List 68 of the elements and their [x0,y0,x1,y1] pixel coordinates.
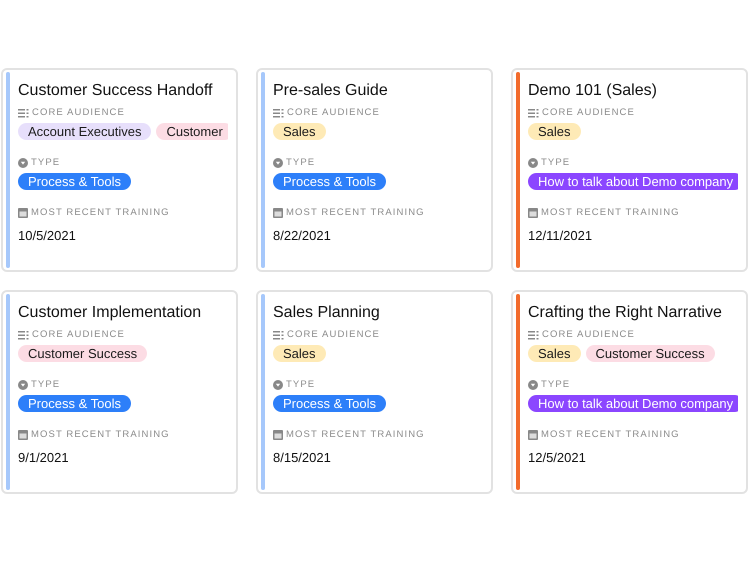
tag: Sales [273,123,326,140]
field-label: CORE AUDIENCE [287,329,380,341]
list-icon [273,108,284,118]
list-icon [18,330,29,340]
field-label: TYPE [31,379,60,391]
tag: Sales [528,345,581,362]
field-label: CORE AUDIENCE [542,329,635,341]
field-label: TYPE [541,379,570,391]
field-label: TYPE [31,157,60,169]
date-value: 8/15/2021 [273,450,332,465]
dropdown-icon [18,158,28,168]
tag: How to talk about Demo company [528,173,738,190]
field-label: MOST RECENT TRAINING [31,429,170,441]
field-label: TYPE [541,157,570,169]
field-label: MOST RECENT TRAINING [286,207,425,219]
field-label: MOST RECENT TRAINING [286,429,425,441]
card-title: Customer Success Handoff [18,81,214,101]
list-icon [18,108,29,118]
dropdown-icon [273,158,283,168]
dropdown-icon [528,380,538,390]
date-value: 9/1/2021 [18,450,70,465]
field-label: MOST RECENT TRAINING [31,207,170,219]
calendar-icon [273,208,283,218]
card-title: Pre-sales Guide [273,81,389,101]
field-label: CORE AUDIENCE [32,329,125,341]
dropdown-icon [528,158,538,168]
calendar-icon [18,208,28,218]
date-value: 12/11/2021 [528,228,594,243]
record-card[interactable]: Sales Planning CORE AUDIENCE Sales TYPE Process & Tools MOST RECENT TRAINING 8/15/2021 [256,290,493,494]
tag: Process & Tools [273,395,386,412]
tag: Customer Success [18,345,148,362]
calendar-icon [528,430,538,440]
tag: Account Executives [18,123,152,140]
card-title: Demo 101 (Sales) [528,81,658,101]
record-card[interactable]: Demo 101 (Sales) CORE AUDIENCE Sales TYPE How to talk about Demo company MOST RECENT TRAINING 12/11/2021 [511,68,748,272]
record-card[interactable]: Customer Success Handoff CORE AUDIENCE Account Executives Customer TYPE Process & Tools MOST RECENT TRAINING 10/5/2021 [1,68,238,272]
calendar-icon [18,430,28,440]
list-icon [273,330,284,340]
record-card[interactable]: Pre-sales Guide CORE AUDIENCE Sales TYPE Process & Tools MOST RECENT TRAINING 8/22/2021 [256,68,493,272]
tag: Sales [273,345,326,362]
tag: Customer [156,123,228,140]
dropdown-icon [18,380,28,390]
tag: How to talk about Demo company [528,395,738,412]
field-label: TYPE [286,379,316,391]
tag: Customer Success [586,345,715,362]
list-icon [528,108,539,118]
record-card[interactable]: Crafting the Right Narrative CORE AUDIENCE Sales Customer Success TYPE How to talk about Demo company MOST RECENT TRAINING 12/5/2021 [511,290,748,494]
field-label: CORE AUDIENCE [287,107,380,119]
tag: Process & Tools [18,173,131,190]
tag: Process & Tools [273,173,386,190]
field-label: MOST RECENT TRAINING [541,429,680,441]
field-label: TYPE [286,157,316,169]
dropdown-icon [273,380,283,390]
field-label: MOST RECENT TRAINING [541,207,680,219]
record-card[interactable]: Customer Implementation CORE AUDIENCE Customer Success TYPE Process & Tools MOST RECENT TRAINING 9/1/2021 [1,290,238,494]
date-value: 12/5/2021 [528,450,587,465]
card-title: Crafting the Right Narrative [528,303,723,323]
calendar-icon [273,430,283,440]
card-title: Customer Implementation [18,303,202,323]
field-label: CORE AUDIENCE [32,107,125,119]
calendar-icon [528,208,538,218]
card-title: Sales Planning [273,303,381,323]
tag: Process & Tools [18,395,131,412]
list-icon [528,330,539,340]
date-value: 8/22/2021 [273,228,332,243]
tag: Sales [528,123,581,140]
date-value: 10/5/2021 [18,228,77,243]
field-label: CORE AUDIENCE [542,107,635,119]
